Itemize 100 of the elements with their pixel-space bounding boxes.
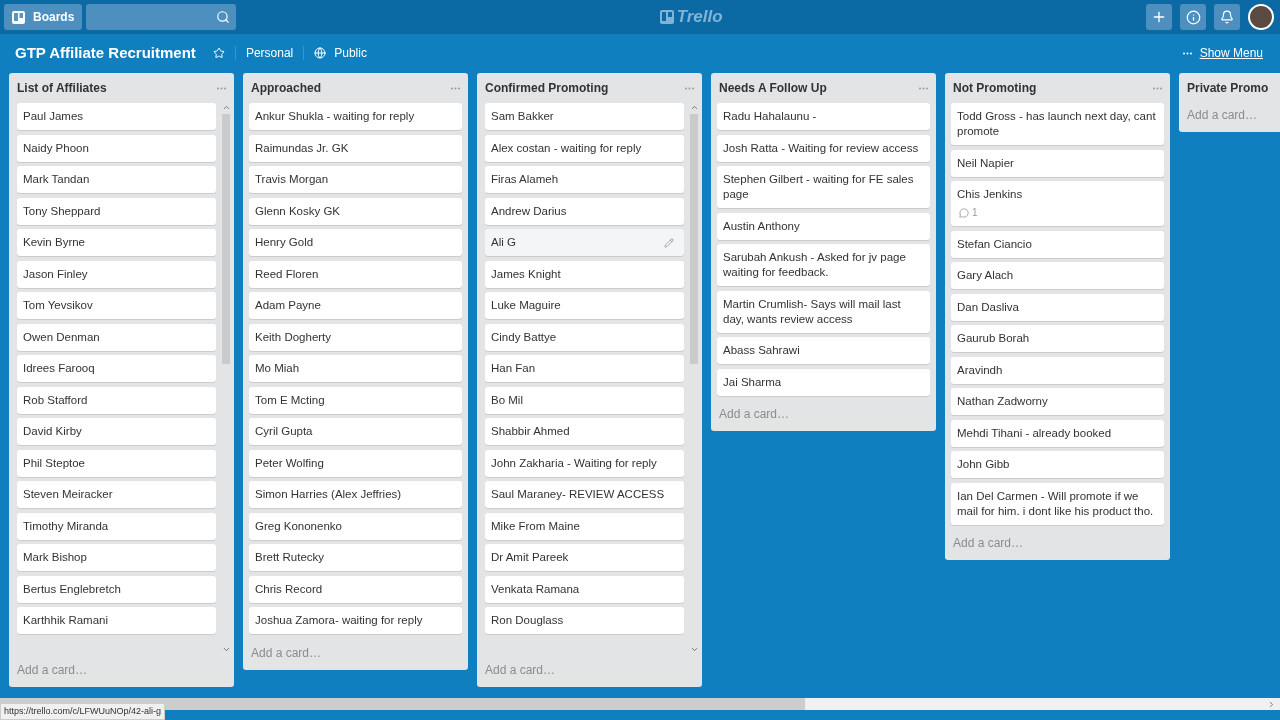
- card[interactable]: John Gibb: [951, 451, 1164, 478]
- card[interactable]: Radu Hahalaunu -: [717, 103, 930, 130]
- card[interactable]: Karthhik Ramani: [17, 607, 216, 634]
- card[interactable]: Brett Rutecky: [249, 544, 462, 571]
- card[interactable]: Keith Dogherty: [249, 323, 462, 351]
- card[interactable]: Peter Wolfing: [249, 449, 462, 477]
- card[interactable]: Cyril Gupta: [249, 418, 462, 445]
- card[interactable]: David Kirby: [17, 418, 216, 445]
- card[interactable]: Glenn Kosky GK: [249, 197, 462, 225]
- card[interactable]: Greg Kononenko: [249, 512, 462, 540]
- card[interactable]: Tony Sheppard: [17, 197, 216, 225]
- card[interactable]: Ron Douglass: [485, 607, 684, 634]
- card[interactable]: Dr Amit Pareek: [485, 544, 684, 571]
- card[interactable]: Andrew Darius: [485, 197, 684, 225]
- card[interactable]: Mo Miah: [249, 355, 462, 382]
- card[interactable]: Firas Alameh: [485, 166, 684, 193]
- card[interactable]: Ian Del Carmen - Will promote if we mail for him. i dont like his product tho.: [951, 482, 1164, 525]
- card[interactable]: Austin Anthony: [717, 212, 930, 240]
- card[interactable]: Reed Floren: [249, 260, 462, 288]
- card-title: Shabbir Ahmed: [491, 424, 571, 439]
- card[interactable]: James Knight: [485, 260, 684, 288]
- card[interactable]: Chis Jenkins 1: [951, 181, 1164, 226]
- card[interactable]: Shabbir Ahmed: [485, 418, 684, 445]
- card[interactable]: Naidy Phoon: [17, 134, 216, 162]
- search-field[interactable]: [86, 4, 237, 30]
- star-icon[interactable]: [212, 47, 225, 59]
- card[interactable]: Neil Napier: [951, 149, 1164, 177]
- card[interactable]: Luke Maguire: [485, 292, 684, 319]
- add-button[interactable]: [1146, 4, 1172, 30]
- card[interactable]: Cindy Battye: [485, 323, 684, 351]
- card[interactable]: Mark Tandan: [17, 166, 216, 193]
- card[interactable]: Timothy Miranda: [17, 512, 216, 540]
- scrollbar-thumb[interactable]: [690, 114, 698, 364]
- card[interactable]: Nathan Zadworny: [951, 388, 1164, 415]
- card[interactable]: Mehdi Tihani - already booked: [951, 419, 1164, 447]
- scrollbar-thumb[interactable]: [222, 114, 230, 364]
- card[interactable]: Chris Record: [249, 575, 462, 603]
- card[interactable]: John Zakharia - Waiting for reply: [485, 449, 684, 477]
- card[interactable]: Venkata Ramana: [485, 575, 684, 603]
- card[interactable]: Todd Gross - has launch next day, cant promote: [951, 103, 1164, 145]
- card[interactable]: Paul James: [17, 103, 216, 130]
- card[interactable]: Rob Stafford: [17, 386, 216, 414]
- scroll-up-icon[interactable]: [221, 103, 231, 112]
- list-menu-icon[interactable]: [919, 86, 928, 90]
- card[interactable]: Phil Steptoe: [17, 449, 216, 477]
- card[interactable]: Stefan Ciancio: [951, 230, 1164, 258]
- card[interactable]: Kevin Byrne: [17, 229, 216, 256]
- card-title: Tom E Mcting: [255, 392, 326, 408]
- card-title: Luke Maguire: [491, 298, 562, 313]
- card[interactable]: Stephen Gilbert - waiting for FE sales page: [717, 166, 930, 208]
- card[interactable]: Saul Maraney- REVIEW ACCESS: [485, 481, 684, 508]
- scroll-right-icon[interactable]: [1267, 699, 1276, 709]
- card-title: Raimundas Jr. GK: [255, 140, 350, 156]
- edit-icon[interactable]: [664, 238, 674, 248]
- card[interactable]: Ankur Shukla - waiting for reply: [249, 103, 462, 130]
- card[interactable]: Gary Alach: [951, 262, 1164, 289]
- card[interactable]: Mark Bishop: [17, 544, 216, 571]
- team-button[interactable]: Personal: [245, 44, 294, 62]
- card[interactable]: Alex costan - waiting for reply: [485, 134, 684, 162]
- card[interactable]: Abass Sahrawi: [717, 337, 930, 364]
- card[interactable]: Tom Yevsikov: [17, 292, 216, 319]
- card[interactable]: Bertus Englebretch: [17, 575, 216, 603]
- card[interactable]: Sam Bakker: [485, 103, 684, 130]
- more-icon[interactable]: [1182, 51, 1192, 55]
- scroll-up-icon[interactable]: [689, 103, 699, 112]
- card[interactable]: Bo Mil: [485, 386, 684, 414]
- card[interactable]: Tom E Mcting: [249, 386, 462, 414]
- card[interactable]: Han Fan: [485, 355, 684, 382]
- card[interactable]: Travis Morgan: [249, 166, 462, 193]
- card[interactable]: Simon Harries (Alex Jeffries): [249, 481, 462, 508]
- scroll-down-icon[interactable]: [221, 645, 231, 654]
- card[interactable]: Aravindh: [951, 356, 1164, 384]
- list-menu-icon[interactable]: [685, 86, 694, 90]
- card[interactable]: Adam Payne: [249, 292, 462, 319]
- notifications-button[interactable]: [1214, 4, 1240, 30]
- card[interactable]: Joshua Zamora- waiting for reply: [249, 607, 462, 634]
- avatar[interactable]: [1248, 4, 1274, 30]
- info-button[interactable]: [1180, 4, 1206, 30]
- card[interactable]: Jason Finley: [17, 260, 216, 288]
- list-menu-icon[interactable]: [451, 86, 460, 90]
- card[interactable]: Idrees Farooq: [17, 355, 216, 382]
- card[interactable]: Dan Dasliva: [951, 293, 1164, 321]
- scroll-down-icon[interactable]: [689, 645, 699, 654]
- card[interactable]: Raimundas Jr. GK: [249, 134, 462, 162]
- card[interactable]: Owen Denman: [17, 323, 216, 351]
- card[interactable]: Martin Crumlish- Says will mail last day, wants review access: [717, 290, 930, 333]
- list-menu-icon[interactable]: [1153, 86, 1162, 90]
- card[interactable]: Jai Sharma: [717, 368, 930, 396]
- list-menu-icon[interactable]: [217, 86, 226, 90]
- card[interactable]: Sarubah Ankush - Asked for jv page waiting for feedback.: [717, 244, 930, 286]
- card[interactable]: Mike From Maine: [485, 512, 684, 540]
- card[interactable]: Henry Gold: [249, 229, 462, 256]
- card[interactable]: Gaurub Borah: [951, 325, 1164, 352]
- show-menu-link[interactable]: Show Menu: [1199, 44, 1263, 62]
- visibility-button[interactable]: Public: [334, 44, 367, 62]
- board-title[interactable]: GTP Affiliate Recruitment: [15, 41, 196, 65]
- card[interactable]: Ali G: [485, 229, 684, 256]
- card-title: Mehdi Tihani - already booked: [957, 425, 1113, 441]
- card[interactable]: Josh Ratta - Waiting for review access: [717, 134, 930, 162]
- card[interactable]: Steven Meiracker: [17, 481, 216, 508]
